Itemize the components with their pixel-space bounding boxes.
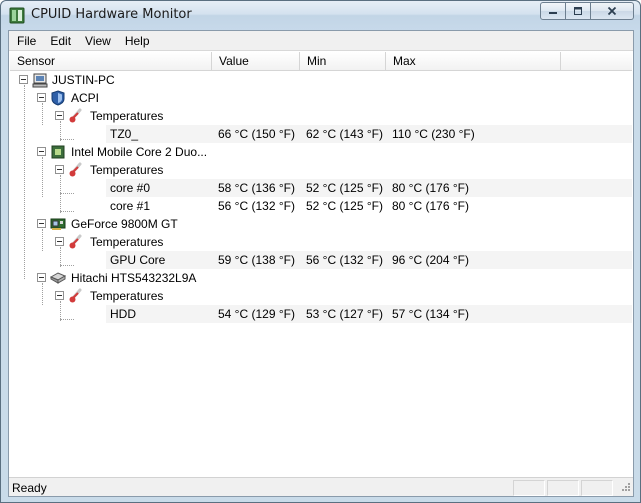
status-pane [547, 480, 579, 496]
node-label: Temperatures [90, 109, 164, 123]
tree-node-gpu[interactable]: GeForce 9800M GT [10, 215, 632, 233]
node-label: GeForce 9800M GT [71, 217, 178, 231]
menu-edit[interactable]: Edit [43, 31, 78, 50]
column-header: Sensor Value Min Max [10, 52, 632, 71]
tree-node-acpi[interactable]: ACPI [10, 89, 632, 107]
status-pane [513, 480, 545, 496]
collapse-toggle[interactable] [37, 273, 46, 282]
sensor-name: GPU Core [110, 253, 166, 267]
menu-view[interactable]: View [78, 31, 118, 50]
tree-node-acpi-temperatures[interactable]: Temperatures [10, 107, 632, 125]
status-bar: Ready [9, 477, 633, 496]
sensor-min: 53 °C (127 °F) [306, 307, 383, 321]
thermometer-icon [69, 288, 82, 303]
column-sensor[interactable]: Sensor [10, 52, 212, 71]
node-label: Temperatures [90, 235, 164, 249]
status-text: Ready [12, 481, 47, 495]
tree-node-hdd-temperatures[interactable]: Temperatures [10, 287, 632, 305]
caption-buttons [540, 2, 634, 20]
thermometer-icon [69, 234, 82, 249]
node-label: Temperatures [90, 163, 164, 177]
sensor-min: 62 °C (143 °F) [306, 127, 383, 141]
node-label: Intel Mobile Core 2 Duo... [71, 145, 208, 159]
thermometer-icon [69, 108, 82, 123]
tree-node-gpu-temperatures[interactable]: Temperatures [10, 233, 632, 251]
thermometer-icon [69, 162, 82, 177]
column-min[interactable]: Min [300, 52, 386, 71]
hard-disk-icon [50, 272, 66, 284]
sensor-name: HDD [110, 307, 136, 321]
app-window: CPUID Hardware Monitor File Edit View He… [0, 0, 641, 503]
tree-node-hdd[interactable]: Hitachi HTS543232L9A [10, 269, 632, 287]
status-pane [581, 480, 613, 496]
maximize-icon [574, 7, 582, 15]
sensor-row-tz0[interactable]: TZ0_ 66 °C (150 °F) 62 °C (143 °F) 110 °… [10, 125, 632, 143]
gpu-card-icon [50, 218, 66, 230]
node-label: Temperatures [90, 289, 164, 303]
collapse-toggle[interactable] [55, 237, 64, 246]
node-label: ACPI [71, 91, 100, 105]
sensor-row-gpu-core[interactable]: GPU Core 59 °C (138 °F) 56 °C (132 °F) 9… [10, 251, 632, 269]
computer-icon [32, 73, 48, 88]
menu-file[interactable]: File [9, 31, 43, 50]
sensor-value: 56 °C (132 °F) [218, 199, 295, 213]
sensor-value: 58 °C (136 °F) [218, 181, 295, 195]
sensor-value: 54 °C (129 °F) [218, 307, 295, 321]
menu-help[interactable]: Help [118, 31, 157, 50]
title-bar[interactable]: CPUID Hardware Monitor [1, 1, 640, 30]
collapse-toggle[interactable] [55, 165, 64, 174]
sensor-max: 96 °C (204 °F) [392, 253, 469, 267]
menu-bar: File Edit View Help [9, 31, 633, 51]
minimize-icon [549, 12, 557, 14]
sensor-row-hdd[interactable]: HDD 54 °C (129 °F) 53 °C (127 °F) 57 °C … [10, 305, 632, 323]
client-area: File Edit View Help Sensor Value Min Max [8, 30, 634, 497]
sensor-name: TZ0_ [110, 127, 139, 141]
sensor-max: 110 °C (230 °F) [392, 127, 475, 141]
sensor-min: 52 °C (125 °F) [306, 181, 383, 195]
sensor-min: 56 °C (132 °F) [306, 253, 383, 267]
collapse-toggle[interactable] [19, 75, 28, 84]
collapse-toggle[interactable] [55, 291, 64, 300]
sensor-max: 80 °C (176 °F) [392, 181, 469, 195]
sensor-max: 80 °C (176 °F) [392, 199, 469, 213]
sensor-name: core #1 [110, 199, 151, 213]
sensor-value: 59 °C (138 °F) [218, 253, 295, 267]
cpu-chip-icon [51, 145, 65, 159]
node-label: Hitachi HTS543232L9A [71, 271, 197, 285]
close-icon [607, 6, 617, 16]
sensor-row-core0[interactable]: core #0 58 °C (136 °F) 52 °C (125 °F) 80… [10, 179, 632, 197]
sensor-list[interactable]: Sensor Value Min Max JUSTIN-PC ACPI Temp… [10, 52, 632, 477]
node-label: JUSTIN-PC [52, 73, 115, 87]
collapse-toggle[interactable] [37, 93, 46, 102]
sensor-row-core1[interactable]: core #1 56 °C (132 °F) 52 °C (125 °F) 80… [10, 197, 632, 215]
sensor-min: 52 °C (125 °F) [306, 199, 383, 213]
column-value[interactable]: Value [212, 52, 300, 71]
acpi-shield-icon [51, 90, 65, 106]
minimize-button[interactable] [540, 2, 566, 20]
window-title: CPUID Hardware Monitor [31, 7, 192, 22]
sensor-name: core #0 [110, 181, 151, 195]
resize-grip-icon[interactable] [619, 482, 631, 494]
collapse-toggle[interactable] [37, 219, 46, 228]
cpuid-app-icon [9, 7, 25, 24]
sensor-value: 66 °C (150 °F) [218, 127, 295, 141]
sensor-max: 57 °C (134 °F) [392, 307, 469, 321]
collapse-toggle[interactable] [37, 147, 46, 156]
maximize-button[interactable] [566, 2, 591, 20]
column-max[interactable]: Max [386, 52, 561, 71]
collapse-toggle[interactable] [55, 111, 64, 120]
close-button[interactable] [591, 2, 634, 20]
tree-node-computer[interactable]: JUSTIN-PC [10, 71, 632, 89]
tree-node-cpu[interactable]: Intel Mobile Core 2 Duo... [10, 143, 632, 161]
tree-node-cpu-temperatures[interactable]: Temperatures [10, 161, 632, 179]
